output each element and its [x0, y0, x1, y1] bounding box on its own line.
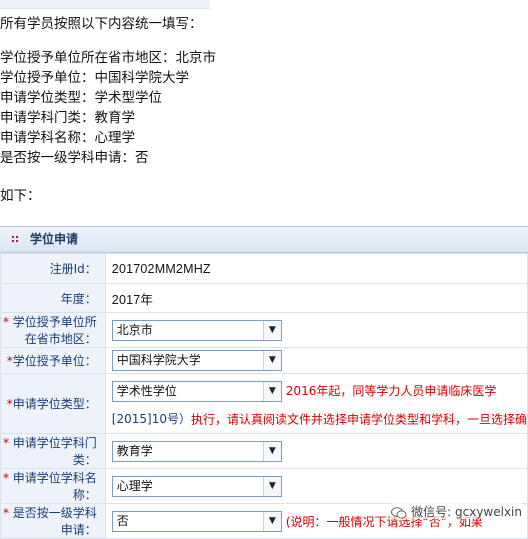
panel-title: 学位申请 — [30, 232, 79, 246]
unit-cell: 中国科学院大学 ▼ — [104, 347, 528, 374]
degree-form-table: 注册Id： 201702MM2MHZ 年度： 2017年 * 学位授予单位所在省… — [0, 253, 528, 539]
chevron-down-icon: ▼ — [262, 476, 281, 496]
instruction-heading: 所有学员按照以下内容统一填写： — [0, 16, 203, 32]
discipline-label-text: 申请学位学科名称： — [8, 471, 97, 502]
category-selected-value: 教育学 — [116, 443, 153, 458]
category-select[interactable]: 教育学 ▼ — [111, 440, 282, 462]
reg-id-value: 201702MM2MHZ — [104, 253, 528, 284]
instruction-line: 申请学科名称：心理学 — [0, 130, 135, 146]
province-label-text: 学位授予单位所在省市地区： — [8, 315, 97, 346]
unit-select[interactable]: 中国科学院大学 ▼ — [111, 350, 282, 371]
chevron-down-icon: ▼ — [262, 441, 281, 461]
category-label: * 申请学位学科门类： — [0, 433, 106, 469]
form-row-degree-type: *申请学位类型： 学术性学位 ▼ 2016年起，同等学力人员申请临床医学 [2015… — [0, 373, 528, 434]
form-row-category: * 申请学位学科门类： 教育学 ▼ — [0, 433, 528, 469]
degree-type-select[interactable]: 学术性学位 ▼ — [111, 380, 282, 402]
first-level-label: * 是否按一级学科申请： — [0, 503, 106, 539]
wechat-watermark: 微信号: gcxywelxin — [391, 503, 522, 519]
instruction-line: 学位授予单位：中国科学院大学 — [0, 70, 189, 86]
chevron-down-icon: ▼ — [262, 320, 281, 340]
chevron-down-icon: ▼ — [262, 511, 281, 531]
reg-id-label: 注册Id： — [0, 253, 106, 284]
unit-selected-value: 中国科学院大学 — [116, 353, 201, 367]
discipline-selected-value: 心理学 — [116, 478, 153, 493]
instruction-line: 学位授予单位所在省市地区：北京市 — [0, 50, 216, 66]
instruction-line: 申请学科门类：教育学 — [0, 110, 135, 126]
category-cell: 教育学 ▼ — [104, 433, 528, 469]
first-level-label-text: 是否按一级学科申请： — [8, 506, 97, 537]
province-label: * 学位授予单位所在省市地区： — [0, 312, 106, 348]
degree-application-panel: 学位申请 注册Id： 201702MM2MHZ 年度： 2017年 * 学位授予… — [0, 226, 528, 539]
province-selected-value: 北京市 — [116, 322, 153, 337]
instruction-line: 申请学位类型：学术型学位 — [0, 90, 162, 106]
degree-type-label: *申请学位类型： — [0, 373, 106, 434]
watermark-text: 微信号: gcxywelxin — [411, 505, 522, 519]
chevron-down-icon: ▼ — [262, 381, 281, 401]
year-value: 2017年 — [104, 283, 528, 313]
as-follows-text: 如下： — [0, 188, 41, 204]
notice-document-ref: [2015]10号） — [111, 411, 191, 426]
instruction-text: 所有学员按照以下内容统一填写： 学位授予单位所在省市地区：北京市 学位授予单位：… — [0, 14, 528, 206]
form-row-reg-id: 注册Id： 201702MM2MHZ — [0, 253, 528, 284]
category-label-text: 申请学位学科门类： — [8, 436, 97, 467]
wechat-icon — [391, 506, 407, 519]
dots-icon — [12, 235, 18, 242]
notice-instruction: 执行，请认真阅读文件并选择申请学位类型和学科，一旦选择确 — [190, 412, 527, 426]
degree-type-label-text: 申请学位类型： — [12, 397, 97, 411]
year-label: 年度： — [0, 283, 106, 313]
discipline-label: * 申请学位学科名称： — [0, 468, 106, 504]
panel-header: 学位申请 — [0, 227, 528, 253]
top-image-strip — [0, 0, 210, 9]
unit-label: *学位授予单位： — [0, 347, 106, 374]
form-row-discipline: * 申请学位学科名称： 心理学 ▼ — [0, 468, 528, 504]
degree-type-notice: 2016年起，同等学力人员申请临床医学 — [285, 384, 497, 398]
instruction-line: 是否按一级学科申请：否 — [0, 150, 149, 166]
form-row-unit: *学位授予单位： 中国科学院大学 ▼ — [0, 347, 528, 374]
discipline-cell: 心理学 ▼ — [104, 468, 528, 504]
first-level-select[interactable]: 否 ▼ — [111, 510, 282, 532]
chevron-down-icon: ▼ — [262, 351, 281, 370]
degree-type-selected-value: 学术性学位 — [116, 383, 177, 398]
province-select[interactable]: 北京市 ▼ — [111, 319, 282, 341]
unit-label-text: 学位授予单位： — [12, 354, 97, 368]
province-cell: 北京市 ▼ — [104, 312, 528, 348]
first-level-selected-value: 否 — [116, 513, 129, 528]
form-row-year: 年度： 2017年 — [0, 283, 528, 313]
form-row-province: * 学位授予单位所在省市地区： 北京市 ▼ — [0, 312, 528, 348]
discipline-select[interactable]: 心理学 ▼ — [111, 475, 282, 497]
degree-type-cell: 学术性学位 ▼ 2016年起，同等学力人员申请临床医学 [2015]10号）执行，请… — [104, 373, 528, 434]
